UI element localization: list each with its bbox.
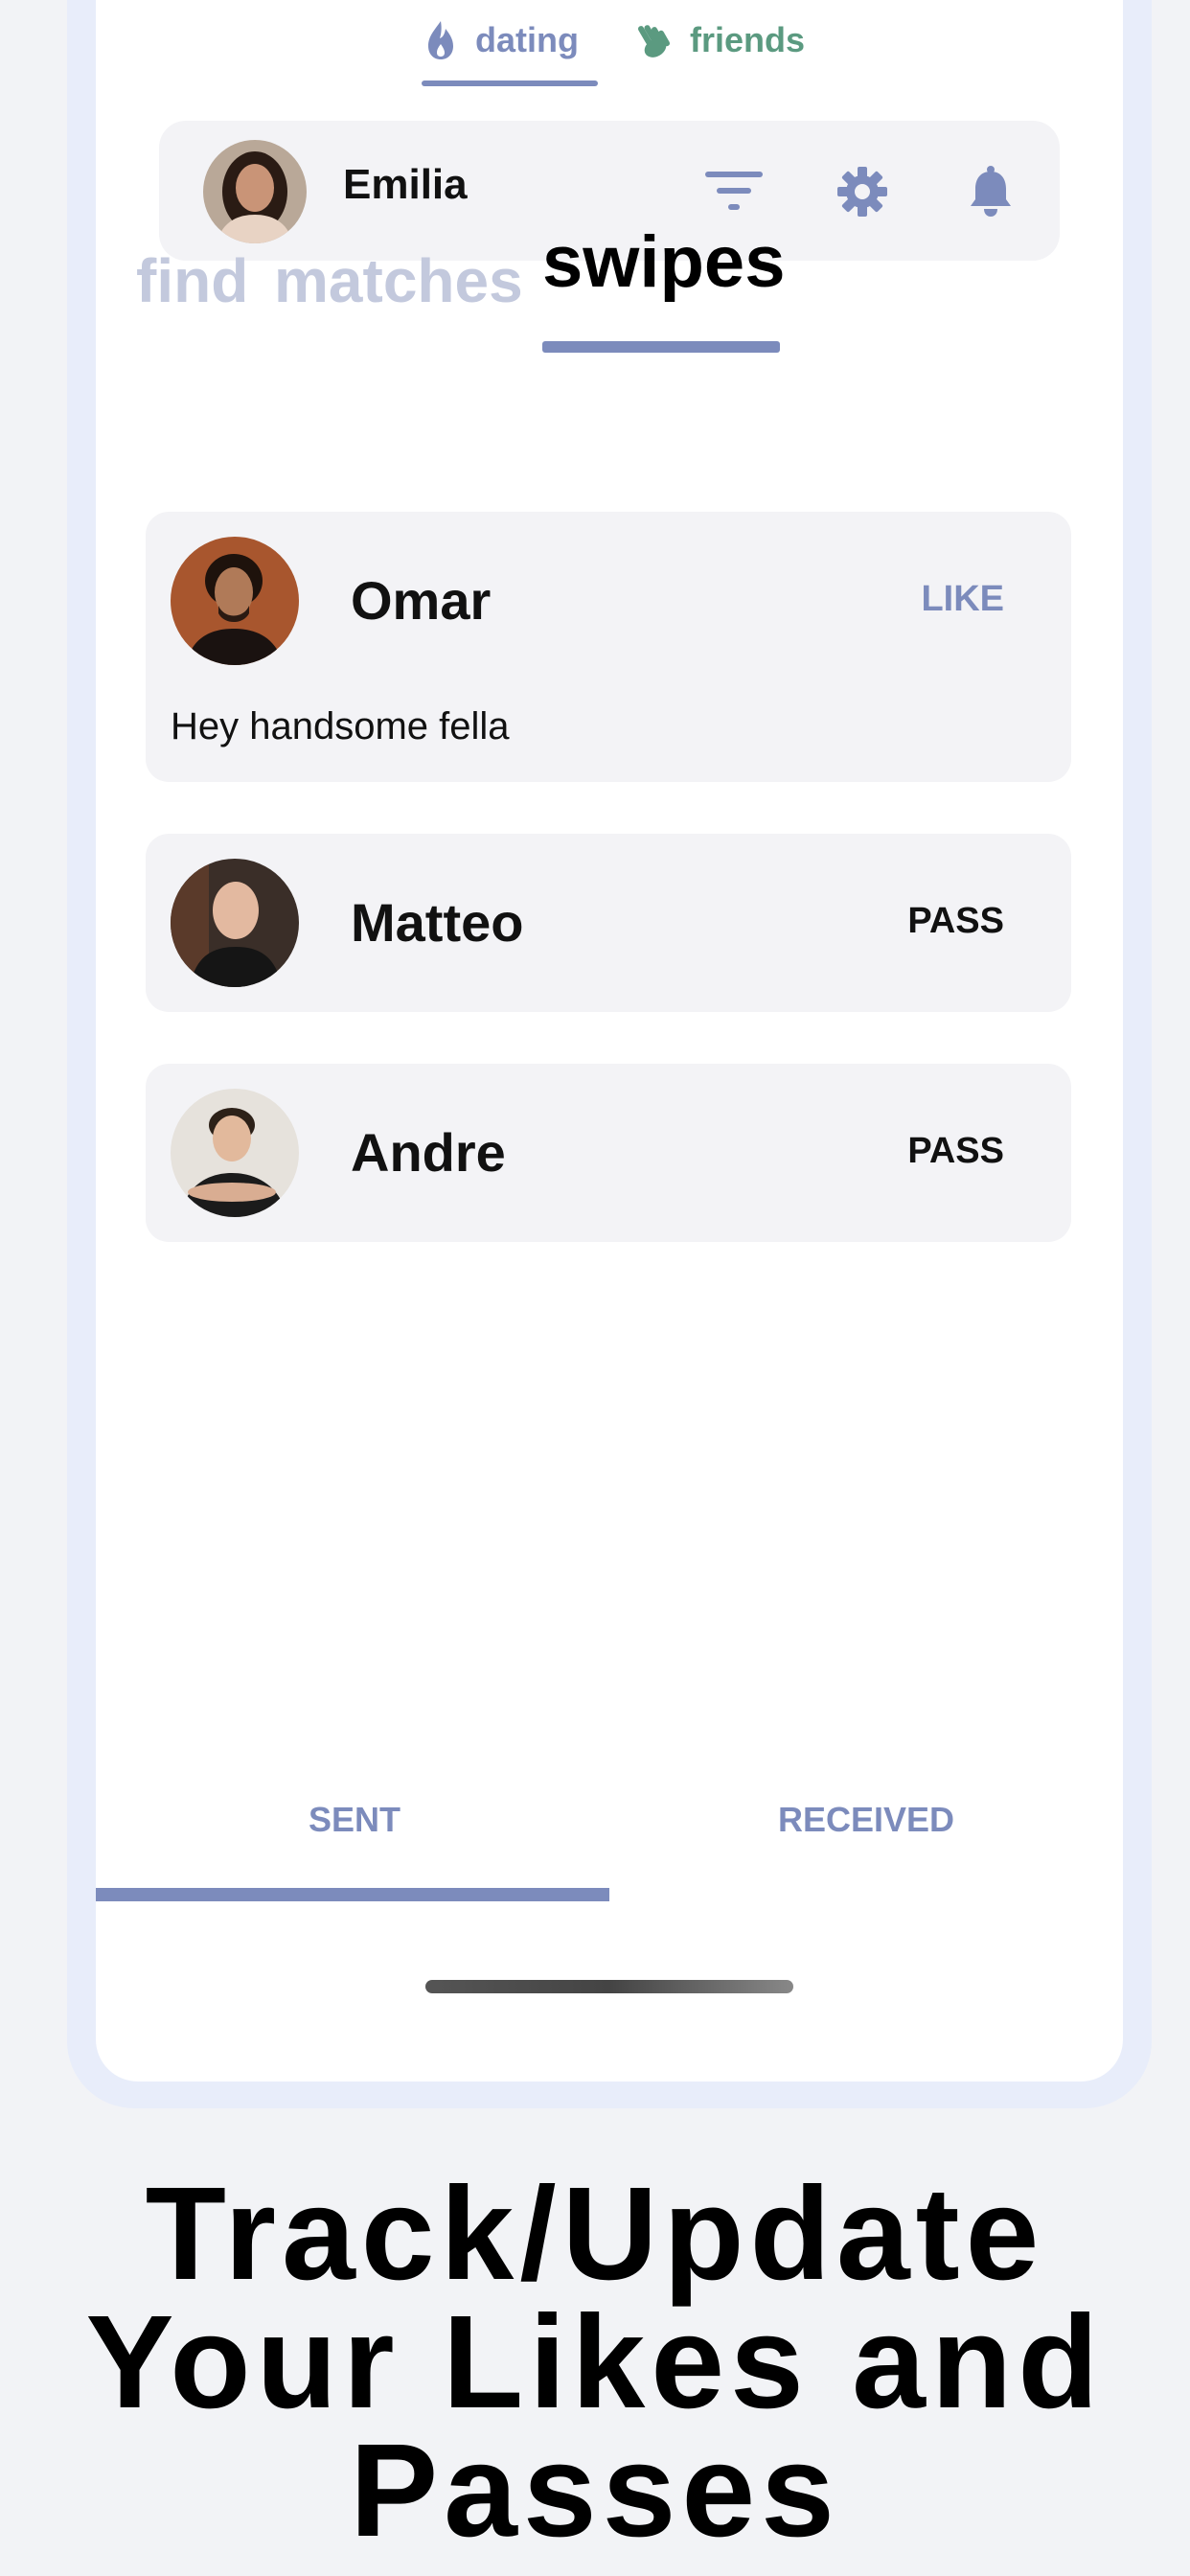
swipe-card[interactable]: Omar LIKE Hey handsome fella: [146, 512, 1071, 782]
mode-friends-toggle[interactable]: friends: [636, 6, 805, 75]
swipe-name: Andre: [351, 1122, 506, 1183]
tab-find[interactable]: find: [136, 245, 248, 316]
headline-line-1: Track/Update: [145, 2160, 1045, 2308]
swipe-card[interactable]: Matteo PASS: [146, 834, 1071, 1012]
avatar: [171, 537, 299, 665]
app-screen: dating friends Emilia find matches swipe…: [96, 0, 1123, 2082]
tab-sent[interactable]: SENT: [309, 1800, 400, 1840]
tab-swipes[interactable]: swipes: [542, 220, 785, 304]
promo-headline: Track/Update Your Likes and Passes: [0, 2160, 1190, 2564]
swipe-status-badge[interactable]: PASS: [907, 901, 1004, 942]
home-indicator[interactable]: [425, 1980, 793, 1993]
filter-icon[interactable]: [705, 163, 763, 220]
flame-icon: [422, 19, 460, 61]
gear-icon[interactable]: [834, 163, 891, 220]
swipe-name: Matteo: [351, 892, 524, 953]
avatar: [171, 859, 299, 987]
mode-friends-label: friends: [690, 20, 806, 59]
mode-dating-toggle[interactable]: dating: [422, 6, 579, 75]
swipe-message: Hey handsome fella: [171, 705, 510, 748]
headline-line-3: Passes: [350, 2417, 840, 2564]
tab-matches[interactable]: matches: [274, 245, 523, 316]
mode-dating-label: dating: [475, 20, 579, 59]
swipe-card[interactable]: Andre PASS: [146, 1064, 1071, 1242]
bell-icon[interactable]: [962, 163, 1019, 220]
user-avatar[interactable]: [203, 140, 307, 243]
headline-line-2: Your Likes and: [85, 2288, 1105, 2436]
swipe-status-badge[interactable]: LIKE: [921, 579, 1004, 620]
mode-active-underline: [422, 80, 598, 86]
swipe-status-badge[interactable]: PASS: [907, 1131, 1004, 1172]
swipe-name: Omar: [351, 570, 492, 631]
user-name: Emilia: [343, 161, 468, 208]
avatar: [171, 1089, 299, 1217]
tab-received[interactable]: RECEIVED: [778, 1800, 954, 1840]
wave-hand-icon: [636, 19, 675, 61]
tab-active-underline: [542, 341, 780, 353]
bottom-tab-indicator: [96, 1888, 609, 1901]
